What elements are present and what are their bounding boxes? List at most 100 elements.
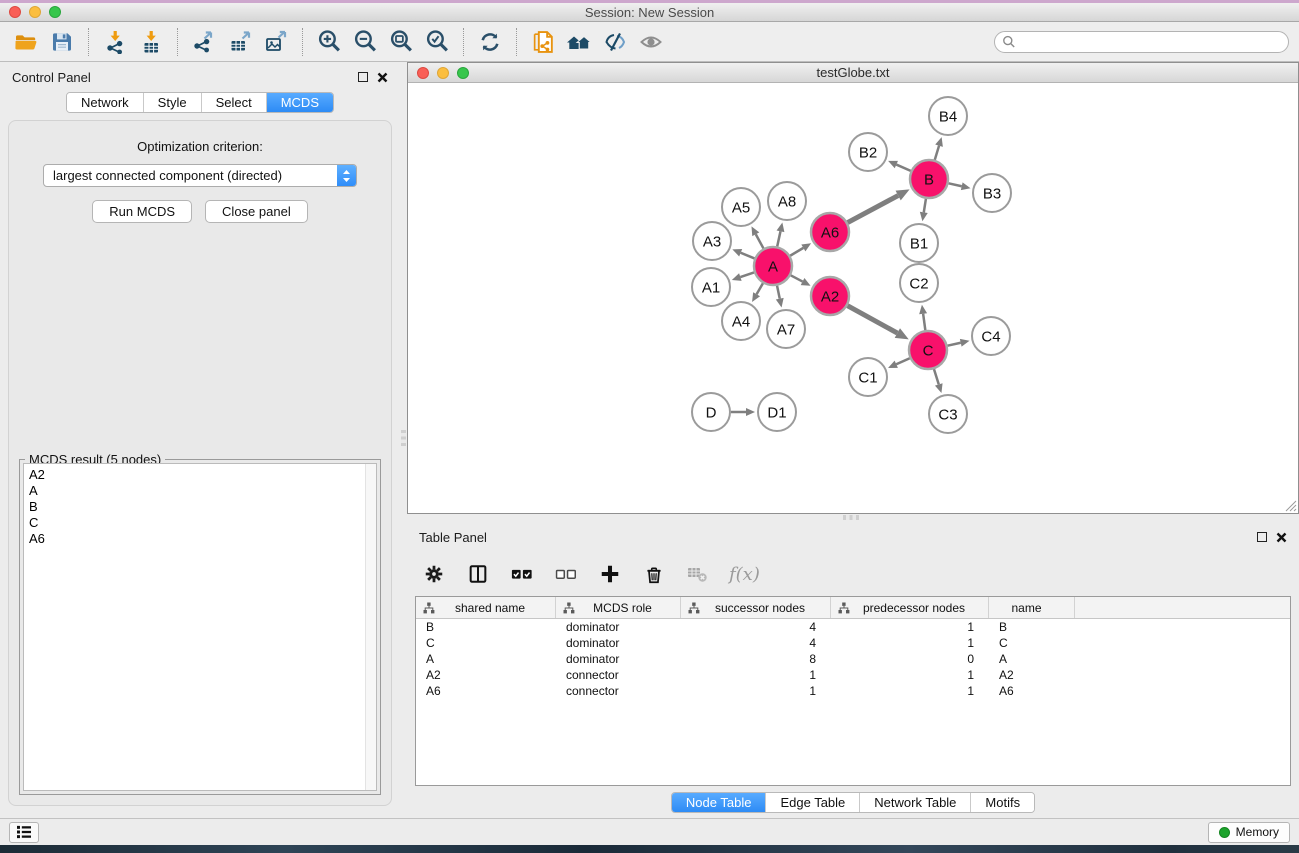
- graph-node-A4[interactable]: A4: [722, 302, 760, 340]
- edge-A-A7[interactable]: [777, 286, 780, 299]
- mcds-result-item[interactable]: C: [29, 515, 371, 531]
- graph-node-D1[interactable]: D1: [758, 393, 796, 431]
- tab-mcds[interactable]: MCDS: [266, 93, 333, 112]
- edge-B-B1[interactable]: [924, 199, 926, 213]
- refresh-button[interactable]: [472, 26, 508, 58]
- graph-node-D[interactable]: D: [692, 393, 730, 431]
- table-row-A[interactable]: Adominator80A: [416, 651, 1290, 667]
- search-input[interactable]: [1020, 33, 1288, 51]
- run-mcds-button[interactable]: Run MCDS: [92, 200, 192, 223]
- edge-A-A5[interactable]: [756, 234, 764, 248]
- open-session-button[interactable]: [8, 26, 44, 58]
- criterion-dropdown[interactable]: largest connected component (directed): [43, 164, 357, 187]
- delete-column-button[interactable]: [641, 561, 667, 587]
- zoom-out-button[interactable]: [347, 26, 383, 58]
- graph-node-A2[interactable]: A2: [811, 277, 849, 315]
- column-header-successor-nodes[interactable]: successor nodes: [681, 597, 831, 618]
- memory-button[interactable]: Memory: [1208, 822, 1290, 843]
- home-button[interactable]: [561, 26, 597, 58]
- close-table-panel-icon[interactable]: [1276, 532, 1287, 543]
- table-cell[interactable]: 1: [681, 668, 831, 682]
- table-cell[interactable]: 4: [681, 636, 831, 650]
- tab-network[interactable]: Network: [67, 93, 143, 112]
- table-cell[interactable]: A6: [989, 684, 1075, 698]
- table-cell[interactable]: B: [989, 620, 1075, 634]
- edge-A6-B[interactable]: [848, 196, 899, 223]
- graph-node-C[interactable]: C: [909, 331, 947, 369]
- new-network-from-selection-button[interactable]: [525, 26, 561, 58]
- float-panel-icon[interactable]: [358, 72, 368, 82]
- table-tab-motifs[interactable]: Motifs: [970, 793, 1034, 812]
- table-cell[interactable]: 1: [831, 684, 989, 698]
- add-column-button[interactable]: [597, 561, 623, 587]
- tab-select[interactable]: Select: [201, 93, 266, 112]
- table-cell[interactable]: dominator: [556, 652, 681, 666]
- import-network-button[interactable]: [97, 26, 133, 58]
- horizontal-split-grip[interactable]: [843, 515, 859, 520]
- graph-node-B3[interactable]: B3: [973, 174, 1011, 212]
- network-canvas[interactable]: B4B2BB3B1A5A8A6A3AA1A2C2A4A7C4CC1C3DD1: [408, 83, 1298, 513]
- graph-node-A[interactable]: A: [754, 247, 792, 285]
- table-cell[interactable]: C: [989, 636, 1075, 650]
- mcds-result-item[interactable]: A6: [29, 531, 371, 547]
- edge-A2-C[interactable]: [848, 306, 898, 333]
- graph-node-C1[interactable]: C1: [849, 358, 887, 396]
- edge-A-A4[interactable]: [757, 283, 763, 294]
- table-cell[interactable]: C: [416, 636, 556, 650]
- table-cell[interactable]: 0: [831, 652, 989, 666]
- column-header-MCDS-role[interactable]: MCDS role: [556, 597, 681, 618]
- table-cell[interactable]: 1: [831, 620, 989, 634]
- table-row-A6[interactable]: A6connector11A6: [416, 683, 1290, 699]
- graph-node-A1[interactable]: A1: [692, 268, 730, 306]
- mcds-result-item[interactable]: B: [29, 499, 371, 515]
- edge-C-C2[interactable]: [923, 314, 925, 330]
- save-session-button[interactable]: [44, 26, 80, 58]
- graph-node-B1[interactable]: B1: [900, 224, 938, 262]
- table-cell[interactable]: dominator: [556, 636, 681, 650]
- table-settings-button[interactable]: [421, 561, 447, 587]
- graph-node-C4[interactable]: C4: [972, 317, 1010, 355]
- table-tab-edge-table[interactable]: Edge Table: [765, 793, 859, 812]
- edge-A-A6[interactable]: [790, 248, 803, 256]
- table-cell[interactable]: A: [989, 652, 1075, 666]
- result-scrollbar[interactable]: [365, 464, 376, 790]
- table-row-A2[interactable]: A2connector11A2: [416, 667, 1290, 683]
- graph-node-C2[interactable]: C2: [900, 264, 938, 302]
- graph-node-A3[interactable]: A3: [693, 222, 731, 260]
- table-cell[interactable]: A2: [989, 668, 1075, 682]
- mcds-result-item[interactable]: A2: [29, 467, 371, 483]
- edge-B-B2[interactable]: [896, 165, 910, 171]
- vertical-split-grip[interactable]: [401, 430, 406, 446]
- export-image-button[interactable]: [258, 26, 294, 58]
- graph-node-A7[interactable]: A7: [767, 310, 805, 348]
- table-cell[interactable]: 1: [831, 668, 989, 682]
- close-panel-button[interactable]: Close panel: [205, 200, 308, 223]
- edge-A-A3[interactable]: [741, 253, 755, 259]
- table-tab-network-table[interactable]: Network Table: [859, 793, 970, 812]
- edge-A-A8[interactable]: [777, 231, 780, 246]
- graph-node-B4[interactable]: B4: [929, 97, 967, 135]
- edge-A-A1[interactable]: [740, 272, 754, 277]
- edge-A-A2[interactable]: [791, 275, 803, 281]
- fit-content-button[interactable]: [383, 26, 419, 58]
- table-cell[interactable]: A: [416, 652, 556, 666]
- toggle-bird-view-button[interactable]: [633, 26, 669, 58]
- import-table-button[interactable]: [133, 26, 169, 58]
- export-table-button[interactable]: [222, 26, 258, 58]
- table-cell[interactable]: A6: [416, 684, 556, 698]
- task-history-button[interactable]: [9, 822, 39, 843]
- edge-C-C4[interactable]: [948, 343, 961, 346]
- float-table-panel-icon[interactable]: [1257, 532, 1267, 542]
- graph-node-C3[interactable]: C3: [929, 395, 967, 433]
- table-cell[interactable]: 1: [681, 684, 831, 698]
- close-panel-icon[interactable]: [377, 72, 388, 83]
- search-field[interactable]: [994, 31, 1289, 53]
- table-row-C[interactable]: Cdominator41C: [416, 635, 1290, 651]
- edge-B-B4[interactable]: [935, 146, 939, 160]
- show-column-button[interactable]: [465, 561, 491, 587]
- graph-node-A6[interactable]: A6: [811, 213, 849, 251]
- graph-node-B2[interactable]: B2: [849, 133, 887, 171]
- table-cell[interactable]: dominator: [556, 620, 681, 634]
- deselect-all-button[interactable]: [553, 561, 579, 587]
- edge-C-C3[interactable]: [934, 369, 939, 384]
